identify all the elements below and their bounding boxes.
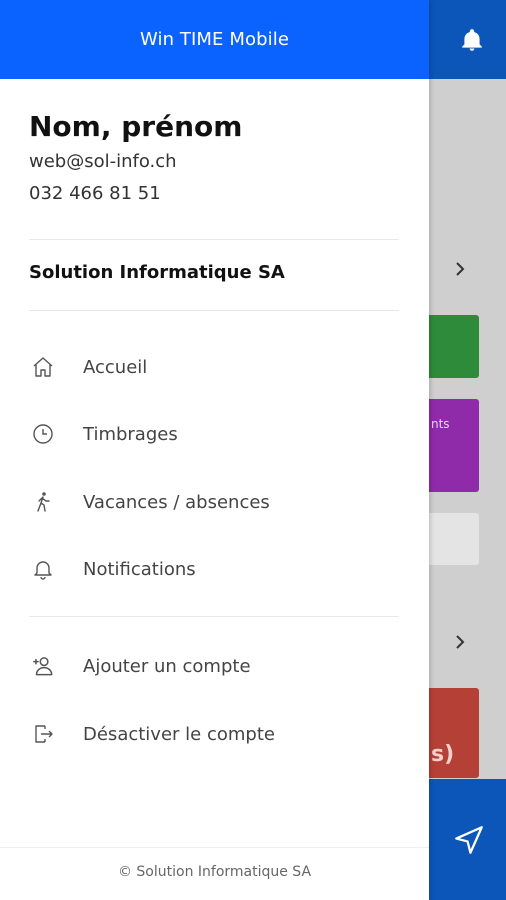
navigation-arrow-icon: [455, 826, 483, 854]
company-name[interactable]: Solution Informatique SA: [29, 262, 285, 283]
divider: [29, 239, 399, 240]
profile-email: web@sol-info.ch: [29, 151, 177, 172]
menu-item-label: Ajouter un compte: [83, 655, 251, 677]
app-title: Win TIME Mobile: [139, 29, 289, 50]
purple-card[interactable]: [429, 399, 479, 492]
red-card-text: s): [431, 742, 455, 767]
clock-icon: [30, 421, 56, 447]
profile-phone: 032 466 81 51: [29, 183, 161, 204]
menu-item-deactivate-account[interactable]: Désactiver le compte: [0, 710, 429, 758]
navigation-button[interactable]: [429, 779, 506, 900]
green-card[interactable]: [429, 315, 479, 378]
chevron-right-icon[interactable]: [450, 632, 470, 652]
menu-item-add-account[interactable]: Ajouter un compte: [0, 642, 429, 690]
add-user-icon: [30, 653, 56, 679]
menu-item-notifications[interactable]: Notifications: [0, 545, 429, 593]
bell-icon[interactable]: [459, 27, 485, 53]
chevron-right-icon[interactable]: [450, 259, 470, 279]
menu-item-timbrages[interactable]: Timbrages: [0, 410, 429, 458]
navigation-drawer: Win TIME Mobile Nom, prénom web@sol-info…: [0, 0, 429, 900]
logout-icon: [30, 721, 56, 747]
drawer-header: Win TIME Mobile: [0, 0, 429, 79]
menu-item-label: Timbrages: [83, 423, 178, 445]
menu-item-label: Notifications: [83, 558, 196, 580]
divider: [29, 310, 399, 311]
menu-item-accueil[interactable]: Accueil: [0, 343, 429, 391]
menu-item-label: Vacances / absences: [83, 491, 270, 513]
menu-item-label: Accueil: [83, 356, 148, 378]
profile-name: Nom, prénom: [29, 110, 243, 143]
grey-card: [429, 513, 479, 565]
menu-item-vacances[interactable]: Vacances / absences: [0, 478, 429, 526]
menu-item-label: Désactiver le compte: [83, 723, 275, 745]
walking-person-icon: [30, 489, 56, 515]
footer-divider: [0, 847, 429, 848]
bell-icon: [30, 556, 56, 582]
home-icon: [30, 354, 56, 380]
divider: [29, 616, 399, 617]
footer-copyright: © Solution Informatique SA: [117, 864, 312, 880]
purple-card-text: nts: [431, 417, 450, 431]
